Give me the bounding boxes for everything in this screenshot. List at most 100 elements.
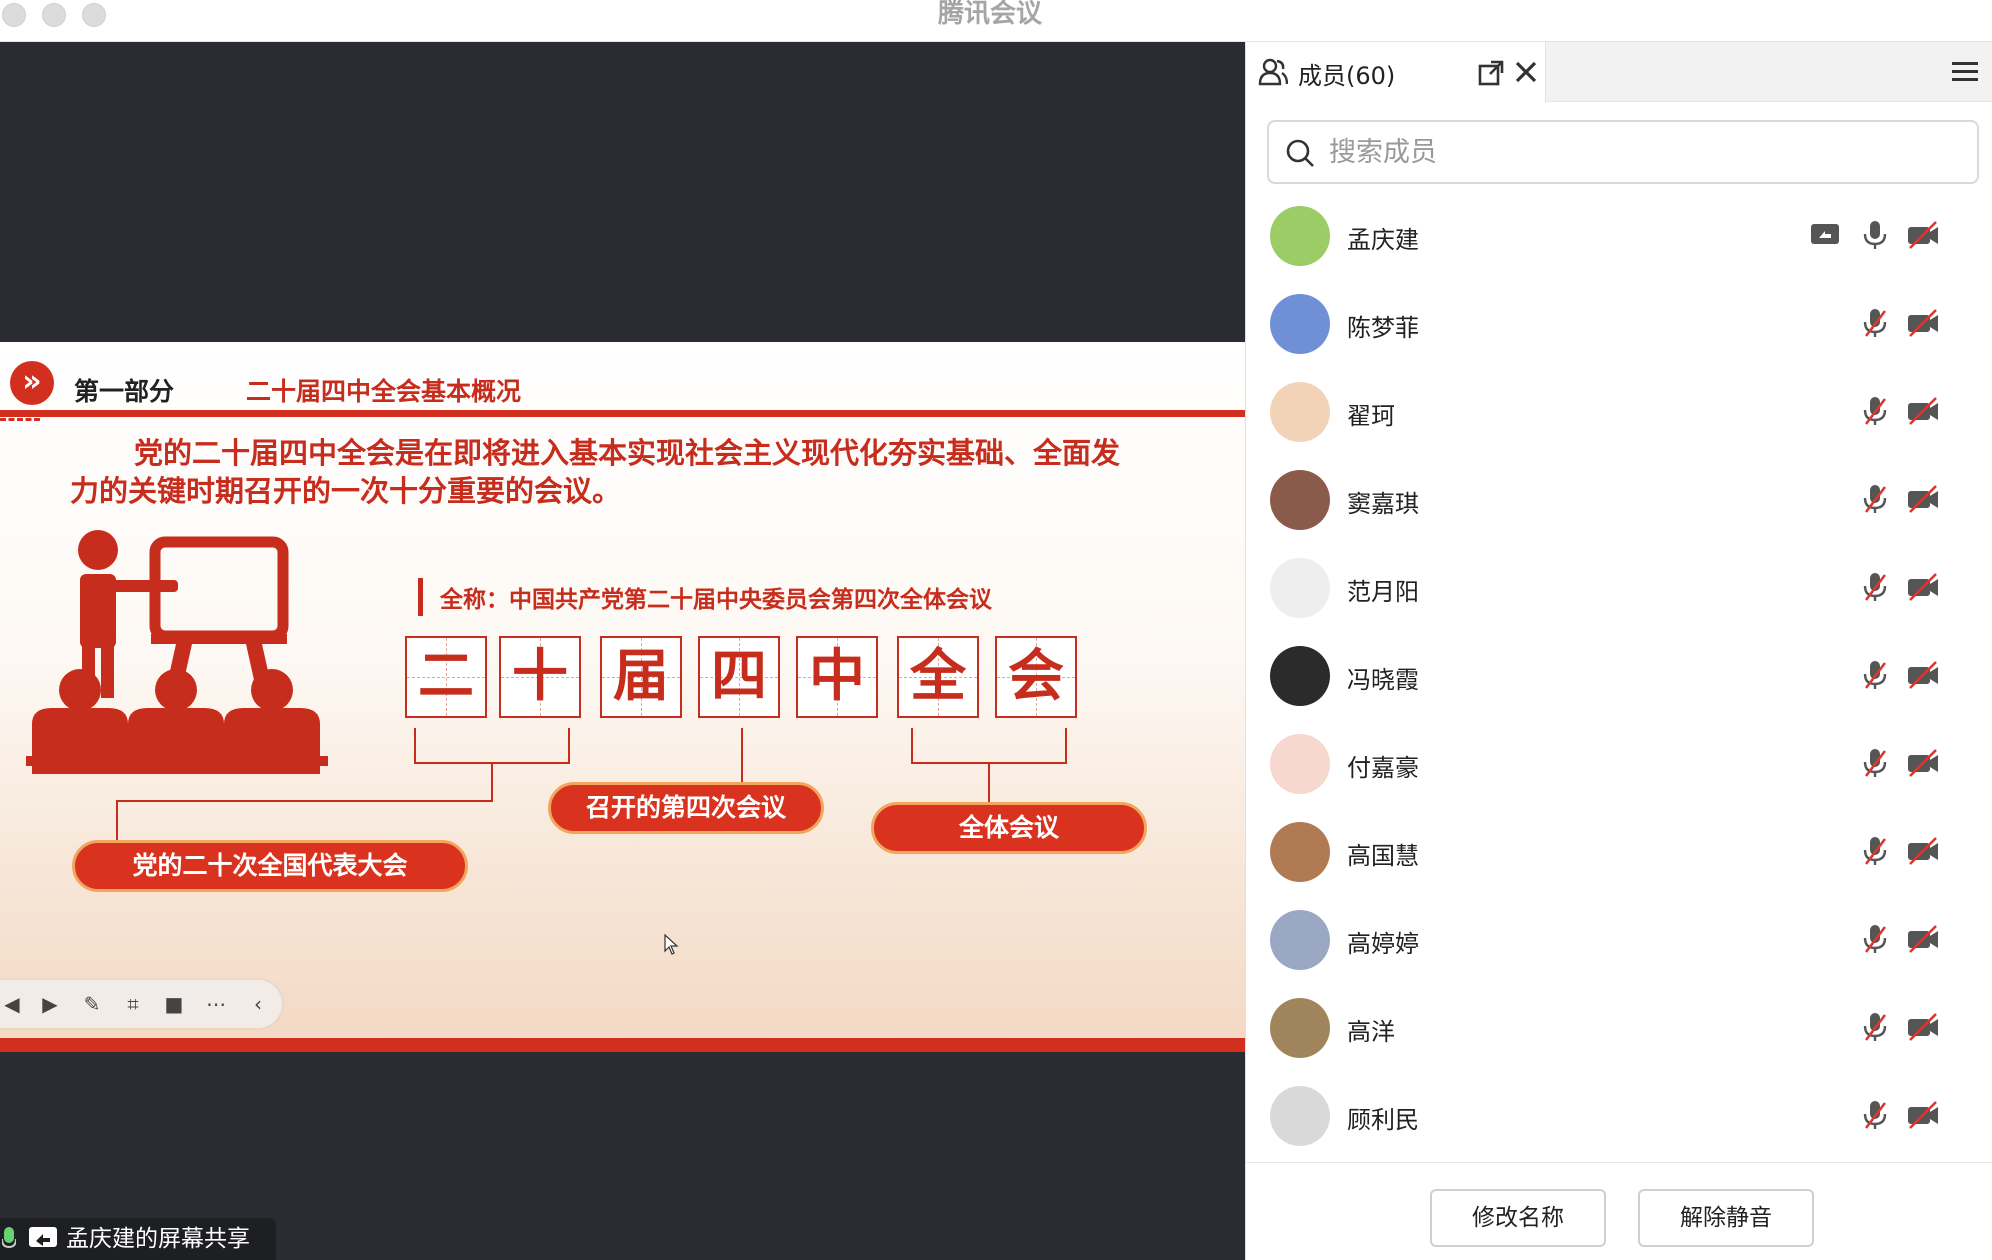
member-name: 陈梦菲 [1347,314,1419,342]
camera-off-icon[interactable] [1906,306,1940,340]
presentation-slide: » 第一部分 二十届四中全会基本概况 党的二十届四中全会是在即将进入基本实现社会… [0,342,1245,1052]
rename-button[interactable]: 修改名称 [1430,1189,1606,1247]
members-icon [1258,58,1288,86]
member-row[interactable]: 翟珂 [1246,368,1992,456]
avatar [1270,382,1330,442]
pen-icon[interactable]: ✎ [80,992,104,1016]
lecture-illustration-icon [26,530,328,774]
tab-members-label: 成员(60) [1298,62,1396,90]
title-bar: 腾讯会议 [0,0,1992,42]
avatar [1270,910,1330,970]
full-name-marker [418,578,423,616]
mic-muted-icon[interactable] [1858,746,1892,780]
popout-icon[interactable] [1478,60,1504,86]
char-box: 会 [995,636,1077,718]
section-badge-icon: » [10,361,54,405]
screen-share-label: 孟庆建的屏幕共享 [66,1226,250,1252]
member-row[interactable]: 高国慧 [1246,808,1992,896]
avatar [1270,470,1330,530]
previous-icon[interactable]: ◀ [0,992,24,1016]
pill-congress: 党的二十次全国代表大会 [72,840,468,892]
char-box: 十 [499,636,581,718]
microphone-icon[interactable] [1858,218,1892,252]
full-name-text: 全称：中国共产党第二十届中央委员会第四次全体会议 [440,587,992,613]
camera-off-icon[interactable] [1906,1098,1940,1132]
camera-off-icon[interactable] [1906,570,1940,604]
member-name: 高洋 [1347,1018,1395,1046]
avatar [1270,646,1330,706]
connector-line [491,762,493,802]
member-row[interactable]: 孟庆建 [1246,192,1992,280]
member-name: 范月阳 [1347,578,1419,606]
char-box: 二 [405,636,487,718]
mic-muted-icon[interactable] [1858,834,1892,868]
camera-off-icon[interactable] [1906,394,1940,428]
member-row[interactable]: 窦嘉琪 [1246,456,1992,544]
member-row[interactable]: 冯晓霞 [1246,632,1992,720]
avatar [1270,1086,1330,1146]
mic-muted-icon[interactable] [1858,482,1892,516]
play-icon[interactable]: ▶ [38,992,62,1016]
camera-off-icon[interactable] [1906,1010,1940,1044]
camera-off-icon[interactable] [1906,658,1940,692]
mic-muted-icon[interactable] [1858,1010,1892,1044]
screen-share-status: 孟庆建的屏幕共享 [0,1218,276,1260]
char-box: 四 [698,636,780,718]
shared-screen-area: » 第一部分 二十届四中全会基本概况 党的二十届四中全会是在即将进入基本实现社会… [0,42,1245,1260]
slide-part-label: 第一部分 [74,377,175,406]
camera-off-icon[interactable] [1906,834,1940,868]
connector-line [414,728,416,764]
member-search[interactable] [1267,120,1979,184]
member-name: 高婷婷 [1347,930,1419,958]
unmute-button[interactable]: 解除静音 [1638,1189,1814,1247]
member-row[interactable]: 顾利民 [1246,1072,1992,1160]
more-icon[interactable]: ⋯ [204,992,228,1016]
panel-footer: 修改名称 解除静音 [1246,1162,1992,1260]
mouse-cursor-icon [664,934,679,955]
slide-intro-text: 党的二十届四中全会是在即将进入基本实现社会主义现代化夯实基础、全面发力的关键时期… [70,436,1121,508]
member-row[interactable]: 高洋 [1246,984,1992,1072]
window-title: 腾讯会议 [937,0,1042,29]
camera-off-icon[interactable] [1906,746,1940,780]
search-icon [1286,139,1314,167]
tab-members[interactable]: 成员(60) [1246,42,1546,103]
member-name: 窦嘉琪 [1347,490,1419,518]
avatar [1270,558,1330,618]
collapse-icon[interactable]: ‹ [246,992,270,1016]
mic-muted-icon[interactable] [1858,306,1892,340]
member-row[interactable]: 范月阳 [1246,544,1992,632]
member-name: 高国慧 [1347,842,1419,870]
mic-muted-icon[interactable] [1858,1098,1892,1132]
member-row[interactable]: 付嘉豪 [1246,720,1992,808]
member-name: 冯晓霞 [1347,666,1419,694]
avatar [1270,822,1330,882]
connector-line [1065,728,1067,764]
screenshot-icon[interactable]: ⌗ [121,992,145,1016]
avatar [1270,206,1330,266]
member-name: 翟珂 [1347,402,1395,430]
connector-line [741,728,743,782]
slide-header-dash [0,418,40,422]
member-name: 付嘉豪 [1347,754,1419,782]
panel-tab-bar: 成员(60) [1246,42,1992,103]
slide-footer-bar [0,1038,1245,1052]
member-row[interactable]: 高婷婷 [1246,896,1992,984]
camera-off-icon[interactable] [1906,922,1940,956]
connector-line [911,728,913,764]
camera-off-icon[interactable] [1906,218,1940,252]
connector-line [568,728,570,764]
close-panel-icon[interactable] [1514,60,1538,84]
camera-off-icon[interactable] [1906,482,1940,516]
menu-icon[interactable] [1952,60,1978,84]
search-input[interactable] [1329,132,1959,172]
mic-muted-icon[interactable] [1858,394,1892,428]
mic-muted-icon[interactable] [1858,570,1892,604]
mic-muted-icon[interactable] [1858,658,1892,692]
member-name: 孟庆建 [1347,226,1419,254]
member-row[interactable]: 陈梦菲 [1246,280,1992,368]
connector-line [116,800,118,842]
camera-icon[interactable]: ■ [162,992,186,1016]
mic-muted-icon[interactable] [1858,922,1892,956]
char-box: 中 [796,636,878,718]
pill-plenary: 全体会议 [871,802,1147,854]
